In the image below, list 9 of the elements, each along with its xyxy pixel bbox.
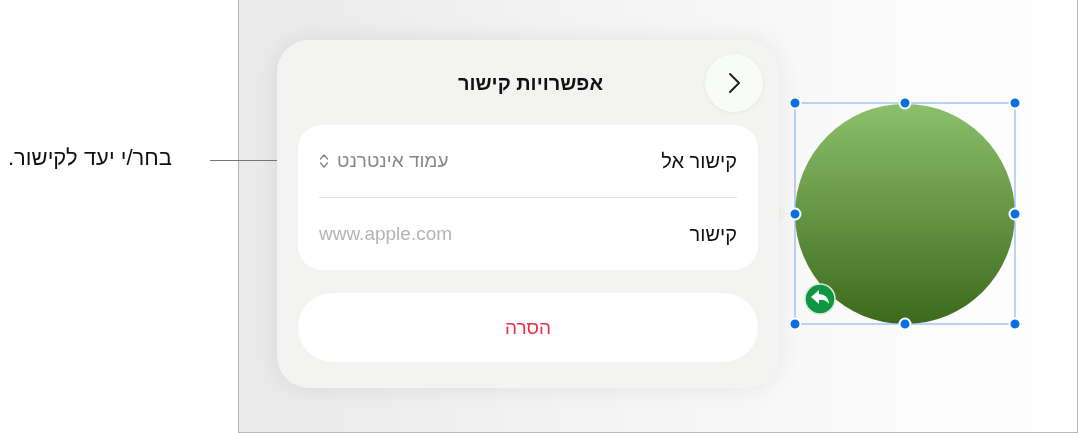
remove-button[interactable]: הסרה [298,293,758,362]
row-label: קישור אל [661,149,737,173]
link-type-select[interactable]: עמוד אינטרנט [319,150,449,172]
up-down-chevron-icon [319,153,329,169]
callout-text: בחר/י יעד לקישור. [8,145,172,171]
row-label: קישור [689,222,737,246]
link-field[interactable]: www.apple.com [319,223,519,245]
chevron-right-icon [727,72,741,94]
popover-title: אפשרויות קישור [456,71,605,95]
